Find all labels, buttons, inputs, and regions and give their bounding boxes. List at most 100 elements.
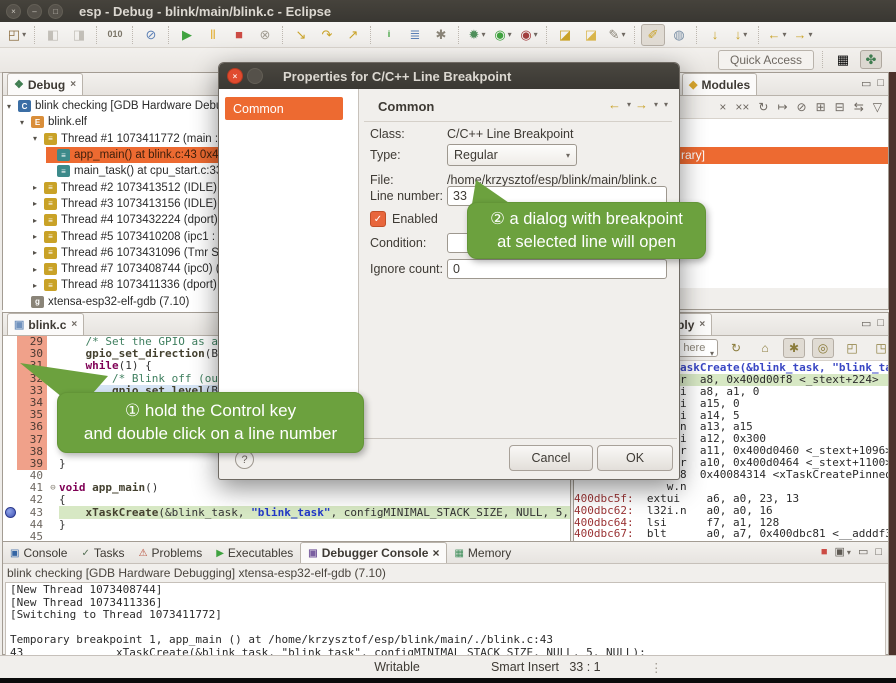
tab-console[interactable]: ▣Console (3, 543, 74, 563)
dropdown-caret-icon[interactable]: ▾ (508, 30, 512, 39)
tab-disassembly-close-icon[interactable]: × (699, 319, 705, 330)
tree-expander-icon[interactable]: ▸ (33, 216, 44, 225)
debug-tree-row[interactable]: ▸≡Thread #2 1073413512 (IDLE) (Susp (3, 179, 227, 195)
remove-icon[interactable]: × (719, 100, 726, 114)
combo-caret-icon[interactable]: ▾ (710, 345, 714, 357)
dropdown-caret-icon[interactable]: ▾ (808, 30, 812, 39)
dropdown-caret-icon[interactable]: ▾ (534, 30, 538, 39)
dropdown-caret-icon[interactable]: ▾ (22, 30, 26, 39)
fold-marker-icon[interactable]: ⊖ (47, 483, 59, 493)
maximize-view-icon[interactable]: □ (875, 546, 882, 558)
display-console-icon[interactable]: ▣▾ (835, 545, 851, 558)
suspend-icon[interactable]: Ⅱ (201, 24, 225, 46)
collapse-all-icon[interactable]: ⊟ (835, 100, 845, 114)
link-with-debug-icon[interactable]: ⇆ (854, 100, 864, 114)
cancel-button[interactable]: Cancel (509, 445, 593, 471)
skip-all-breakpoints-icon[interactable]: ⊘ (139, 24, 163, 46)
editor-annotation-ruler[interactable] (3, 336, 17, 348)
editor-annotation-ruler[interactable] (3, 458, 17, 470)
tab-debug[interactable]: ❖ Debug × (7, 73, 83, 95)
enabled-checkbox-icon[interactable]: ✓ (370, 211, 386, 227)
use-step-filters-icon[interactable]: ✱ (429, 24, 453, 46)
window-close-icon[interactable]: × (6, 4, 21, 19)
open-perspective-icon[interactable]: ▦ (832, 50, 854, 69)
debug-tree-row[interactable]: ▾≡Thread #1 1073411772 (main : Runn (3, 131, 227, 147)
tab-debugger-console[interactable]: ▣Debugger Console× (300, 542, 447, 563)
save-all-icon[interactable]: ◨ (67, 24, 91, 46)
last-edit-location-icon[interactable]: ↓ (703, 24, 727, 46)
debug-tree-row[interactable]: ▾Eblink.elf (3, 114, 227, 130)
tab-memory[interactable]: ▦Memory (447, 543, 518, 563)
dropdown-caret-icon[interactable]: ▾ (743, 30, 747, 39)
editor-line[interactable]: 44} (3, 519, 570, 531)
line-number[interactable]: 42 (17, 494, 47, 506)
tab-modules[interactable]: ◆ Modules (682, 73, 757, 95)
editor-annotation-ruler[interactable] (3, 482, 17, 494)
step-over-icon[interactable]: ↷ (315, 24, 339, 46)
line-number[interactable]: 37 (17, 434, 47, 446)
editor-annotation-ruler[interactable] (3, 519, 17, 531)
minimize-view-icon[interactable]: ▭ (861, 77, 871, 90)
open-project-icon[interactable]: ◪ (579, 24, 603, 46)
debug-tree-row[interactable]: ▸≡Thread #7 1073408744 (ipc0) (Susp (3, 261, 227, 277)
resume-icon[interactable]: ▶ (175, 24, 199, 46)
debug-tree-row[interactable]: ▾Cblink checking [GDB Hardware Debug (3, 98, 227, 114)
line-number[interactable]: 36 (17, 421, 47, 433)
new-project-icon[interactable]: ◪ (553, 24, 577, 46)
back-caret-icon[interactable]: ▾ (627, 100, 631, 109)
editor-annotation-ruler[interactable] (3, 470, 17, 482)
home-icon[interactable]: ⌂ (754, 338, 776, 358)
dropdown-caret-icon[interactable]: ▾ (621, 30, 625, 39)
tab-close-icon[interactable]: × (432, 546, 439, 560)
tab-tasks[interactable]: ✓Tasks (74, 543, 131, 563)
tab-blink-c-close-icon[interactable]: × (71, 319, 77, 330)
deselect-icon[interactable]: ⊘ (797, 100, 807, 114)
expand-all-icon[interactable]: ⊞ (816, 100, 826, 114)
tree-expander-icon[interactable]: ▸ (33, 281, 44, 290)
show-source-icon[interactable]: ✱ (783, 338, 805, 358)
save-icon[interactable]: ◧ (41, 24, 65, 46)
step-return-icon[interactable]: ↗ (341, 24, 365, 46)
tree-expander-icon[interactable]: ▸ (33, 199, 44, 208)
dropdown-caret-icon[interactable]: ▾ (481, 30, 485, 39)
minimize-view-icon[interactable]: ▭ (858, 545, 868, 558)
show-annotations-icon[interactable]: ◍ (667, 24, 691, 46)
quick-access-button[interactable]: Quick Access (718, 50, 814, 70)
tree-expander-icon[interactable]: ▾ (20, 118, 31, 127)
dialog-menu-icon[interactable] (247, 68, 263, 84)
debug-tree-row[interactable]: ▸≡Thread #5 1073410208 (ipc1 : Runni (3, 228, 227, 244)
editor-line[interactable]: 43 xTaskCreate(&blink_task, "blink_task"… (3, 507, 570, 519)
mark-occurrences-icon[interactable]: ✐ (641, 24, 665, 46)
editor-annotation-ruler[interactable] (3, 494, 17, 506)
marker-icon[interactable]: ✎▾ (605, 24, 629, 46)
line-number[interactable]: 43 (17, 507, 47, 519)
dropdown-caret-icon[interactable]: ▾ (782, 30, 786, 39)
debugger-console-output[interactable]: [New Thread 1073408744][New Thread 10734… (5, 582, 886, 657)
maximize-view-icon[interactable]: □ (877, 317, 884, 330)
debug-tree-row[interactable]: gxtensa-esp32-elf-gdb (7.10) (3, 294, 227, 310)
editor-annotation-ruler[interactable] (3, 507, 17, 519)
binary-icon[interactable]: 010 (103, 24, 127, 46)
minimize-view-icon[interactable]: ▭ (861, 317, 871, 330)
dialog-close-icon[interactable]: × (227, 68, 243, 84)
tree-expander-icon[interactable]: ▸ (33, 232, 44, 241)
editor-annotation-ruler[interactable] (3, 348, 17, 360)
refresh-icon[interactable]: ↻ (725, 338, 747, 358)
tree-expander-icon[interactable]: ▾ (33, 134, 44, 143)
ignore-count-input[interactable] (447, 259, 667, 279)
run-icon[interactable]: ◉▾ (491, 24, 515, 46)
track-expression-icon[interactable]: ◎ (812, 338, 834, 358)
tree-expander-icon[interactable]: ▸ (33, 248, 44, 257)
window-maximize-icon[interactable]: □ (48, 4, 63, 19)
debug-tree-row[interactable]: ≡main_task() at cpu_start.c:339 0x4 (3, 163, 227, 179)
tab-problems[interactable]: ⚠Problems (132, 543, 210, 563)
forward-icon[interactable]: →▾ (791, 24, 815, 46)
back-icon[interactable]: ← (608, 97, 621, 112)
remove-all-icon[interactable]: ×× (735, 100, 749, 114)
terminate-console-icon[interactable]: ■ (821, 546, 828, 558)
debug-tree-row[interactable]: ≡app_main() at blink.c:43 0x400db (46, 147, 227, 163)
enabled-checkbox-row[interactable]: ✓ Enabled (370, 211, 438, 227)
maximize-view-icon[interactable]: □ (877, 77, 884, 90)
instruction-stepping-icon[interactable]: i (377, 24, 401, 46)
editor-annotation-ruler[interactable] (3, 409, 17, 421)
